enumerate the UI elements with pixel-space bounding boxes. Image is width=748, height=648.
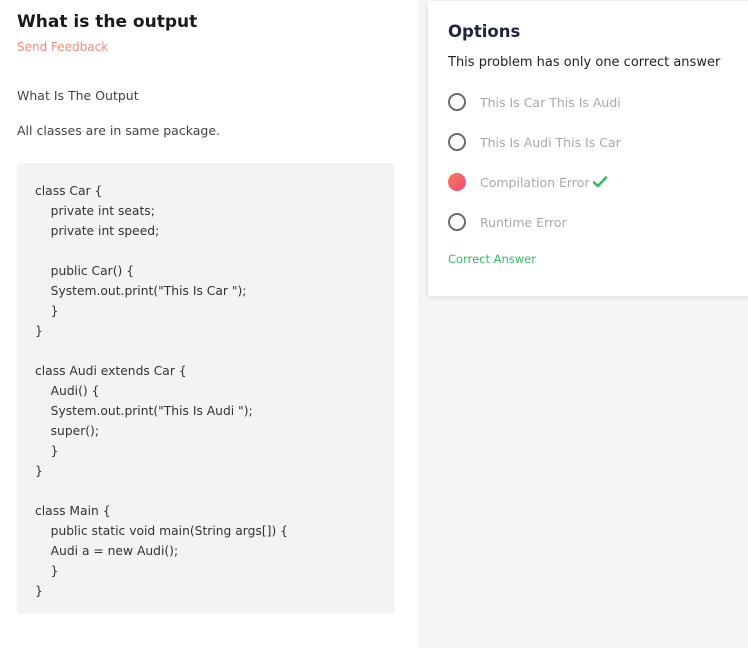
correct-answer-label: Correct Answer	[448, 252, 536, 266]
options-heading: Options	[448, 22, 521, 41]
code-line: public Car() {	[35, 264, 135, 278]
code-line: Audi a = new Audi();	[35, 544, 179, 558]
code-line: private int seats;	[35, 204, 155, 218]
code-line: }	[35, 584, 43, 598]
code-line: class Main {	[35, 504, 111, 518]
question-pane: What is the output Send Feedback What Is…	[0, 0, 418, 648]
question-note: All classes are in same package.	[17, 123, 220, 138]
code-line: class Car {	[35, 184, 103, 198]
code-line: }	[35, 444, 59, 458]
options-subtitle: This problem has only one correct answer	[448, 55, 721, 70]
option-3[interactable]: Compilation Error	[448, 172, 608, 192]
option-label: This Is Audi This Is Car	[480, 134, 621, 150]
code-line: }	[35, 304, 59, 318]
code-line: public static void main(String args[]) {	[35, 524, 288, 538]
option-1[interactable]: This Is Car This Is Audi	[448, 92, 621, 112]
options-panel: Options This problem has only one correc…	[428, 1, 748, 296]
option-label: Compilation Error	[480, 174, 590, 190]
option-label: Runtime Error	[480, 214, 567, 230]
problem-title: What is the output	[17, 12, 198, 32]
option-4[interactable]: Runtime Error	[448, 212, 567, 232]
question-heading: What Is The Output	[17, 88, 139, 103]
code-line: Audi() {	[35, 384, 100, 398]
code-line: class Audi extends Car {	[35, 364, 187, 378]
radio-button[interactable]	[448, 93, 466, 111]
option-2[interactable]: This Is Audi This Is Car	[448, 132, 621, 152]
check-icon	[593, 176, 608, 188]
code-line: System.out.print("This Is Audi ");	[35, 404, 253, 418]
code-text: class Car { private int seats; private i…	[35, 181, 288, 601]
radio-button[interactable]	[448, 133, 466, 151]
code-line: }	[35, 564, 59, 578]
radio-button[interactable]	[448, 213, 466, 231]
option-label: This Is Car This Is Audi	[480, 94, 621, 110]
code-line: System.out.print("This Is Car ");	[35, 284, 247, 298]
code-block: class Car { private int seats; private i…	[17, 163, 394, 613]
code-line: }	[35, 324, 43, 338]
code-line: private int speed;	[35, 224, 160, 238]
code-line: super();	[35, 424, 100, 438]
code-line: }	[35, 464, 43, 478]
radio-button-selected[interactable]	[448, 173, 466, 191]
send-feedback-link[interactable]: Send Feedback	[17, 40, 108, 54]
